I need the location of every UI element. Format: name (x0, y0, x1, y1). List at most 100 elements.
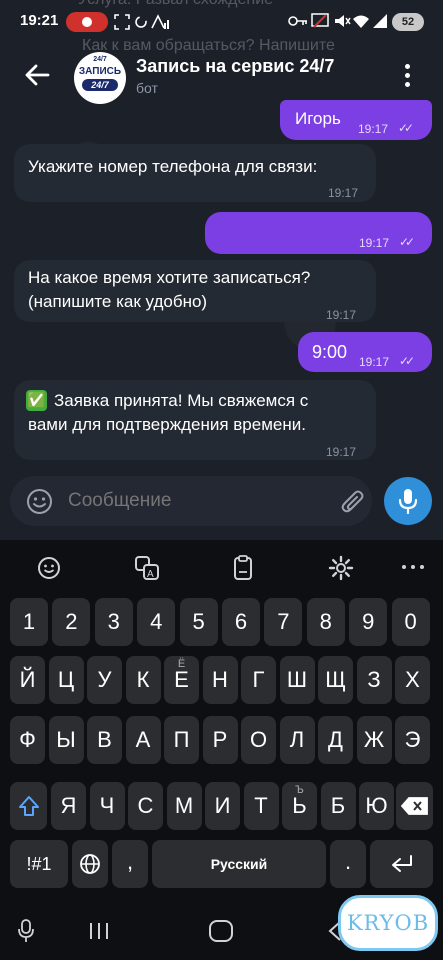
message-incoming[interactable]: ✅ Заявка принята! Мы свяжемся с вами для… (14, 380, 376, 460)
key-Д[interactable]: Д (318, 716, 353, 764)
chat-area[interactable]: Услуга: Развал схождение Как к вам обращ… (0, 0, 443, 540)
shift-key[interactable] (10, 782, 47, 830)
key-Т[interactable]: Т (243, 782, 279, 830)
watermark-text: KRYOB (346, 911, 430, 935)
message-text: Укажите номер телефона для связи: (28, 157, 318, 176)
message-text-line: Заявка принята! Мы свяжемся с (54, 391, 309, 410)
key-Ж[interactable]: Ж (356, 716, 392, 764)
key-label: Р (212, 727, 228, 752)
key-В[interactable]: В (87, 716, 122, 764)
space-bar[interactable]: Русский (152, 840, 326, 888)
key-Б[interactable]: Б (320, 782, 356, 830)
symbols-key[interactable]: !#1 (10, 840, 68, 888)
key-8[interactable]: 8 (306, 598, 345, 646)
key-Л[interactable]: Л (279, 716, 315, 764)
key-С[interactable]: С (128, 782, 163, 830)
key-icon (288, 16, 307, 26)
message-text: Игорь (295, 109, 341, 128)
attach-icon[interactable] (340, 488, 366, 516)
key-Ч[interactable]: Ч (89, 782, 125, 830)
key-label: П (173, 727, 190, 752)
key-0[interactable]: 0 (391, 598, 430, 646)
more-options-icon[interactable] (400, 64, 414, 88)
message-time: 19:17 (359, 236, 390, 250)
key-label: Ы (56, 727, 76, 752)
clipboard-icon[interactable] (228, 553, 258, 583)
chat-title[interactable]: Запись на сервис 24/7 (136, 56, 334, 77)
key-label: К (136, 667, 150, 692)
back-arrow-icon[interactable] (22, 60, 52, 90)
key-9[interactable]: 9 (349, 598, 388, 646)
message-time: 19:17 (326, 308, 357, 322)
key-Г[interactable]: Г (241, 656, 276, 704)
keyboard-emoji-icon[interactable] (34, 553, 64, 583)
key-label: Й (19, 667, 36, 692)
enter-key[interactable] (370, 840, 433, 888)
key-1[interactable]: 1 (10, 598, 48, 646)
key-alt-label: Ъ (295, 784, 304, 796)
key-Ы[interactable]: Ы (48, 716, 84, 764)
key-О[interactable]: О (241, 716, 276, 764)
key-alt-label: Ё (177, 658, 186, 670)
key-label: 6 (234, 609, 248, 634)
more-options-icon[interactable] (402, 557, 426, 577)
key-2[interactable]: 2 (52, 598, 91, 646)
key-label: 9 (362, 609, 375, 634)
message-outgoing[interactable]: Игорь 19:17 ✓✓ (280, 100, 432, 140)
key-Э[interactable]: Э (395, 716, 430, 764)
key-label: 8 (319, 609, 332, 634)
key-Я[interactable]: Я (51, 782, 86, 830)
key-4[interactable]: 4 (137, 598, 176, 646)
home-icon[interactable] (206, 919, 236, 943)
message-incoming[interactable]: На какое время хотите записаться? (напиш… (14, 260, 376, 322)
key-3[interactable]: 3 (94, 598, 133, 646)
voice-message-button[interactable] (384, 477, 432, 525)
key-5[interactable]: 5 (179, 598, 218, 646)
globe-icon (80, 854, 100, 874)
key-label: Х (405, 667, 420, 692)
translate-icon[interactable]: A (132, 553, 162, 583)
key-label: Т (254, 793, 268, 818)
key-Р[interactable]: Р (202, 716, 238, 764)
key-7[interactable]: 7 (264, 598, 303, 646)
settings-gear-icon[interactable] (326, 553, 356, 583)
backspace-key[interactable] (396, 782, 433, 830)
message-incoming[interactable]: Укажите номер телефона для связи: 19:17 (14, 144, 376, 202)
language-globe-key[interactable] (72, 840, 108, 888)
message-composer (10, 476, 372, 526)
key-И[interactable]: И (205, 782, 240, 830)
recents-icon[interactable] (88, 921, 110, 941)
key-А[interactable]: А (125, 716, 161, 764)
key-Ю[interactable]: Ю (359, 782, 394, 830)
key-label: Д (328, 727, 343, 752)
key-Й[interactable]: Й (10, 656, 45, 704)
backspace-icon (401, 797, 428, 815)
emoji-icon[interactable] (26, 488, 53, 515)
key-У[interactable]: У (87, 656, 122, 704)
period-key[interactable]: . (330, 840, 366, 888)
comma-key[interactable]: , (112, 840, 148, 888)
key-label: Б (330, 793, 346, 818)
key-Ц[interactable]: Ц (48, 656, 84, 704)
sync-icon (135, 16, 147, 28)
keyboard-mic-icon[interactable] (16, 918, 36, 944)
key-Ш[interactable]: Ш (279, 656, 315, 704)
key-Ь[interactable]: ЬЪ (282, 782, 317, 830)
message-input[interactable] (68, 484, 318, 518)
key-Е[interactable]: ЕЁ (164, 656, 199, 704)
status-time: 19:21 (20, 12, 59, 29)
key-З[interactable]: З (356, 656, 392, 704)
avatar[interactable]: 24/7 ЗАПИСЬ 24/7 (74, 52, 126, 104)
cell-signal-icon (373, 14, 387, 28)
key-К[interactable]: К (125, 656, 161, 704)
key-М[interactable]: М (166, 782, 202, 830)
key-П[interactable]: П (164, 716, 199, 764)
key-Н[interactable]: Н (202, 656, 238, 704)
message-outgoing[interactable]: 19:17 ✓✓ (205, 212, 432, 254)
key-Ф[interactable]: Ф (10, 716, 45, 764)
key-Х[interactable]: Х (395, 656, 430, 704)
message-outgoing[interactable]: 9:00 19:17 ✓✓ (298, 332, 432, 372)
key-label: И (214, 793, 231, 818)
key-6[interactable]: 6 (222, 598, 260, 646)
key-Щ[interactable]: Щ (318, 656, 353, 704)
